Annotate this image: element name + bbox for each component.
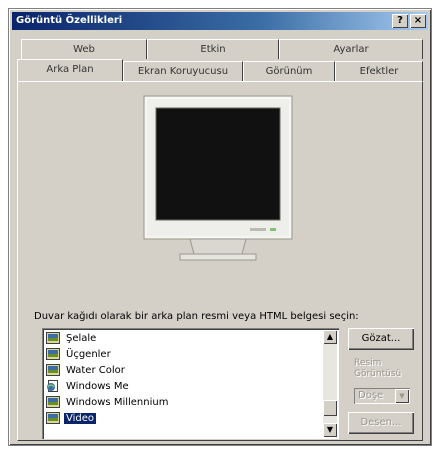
list-item-label: Windows Me [66,380,129,392]
browse-button[interactable]: Gözat... [348,328,414,350]
html-document-icon [47,380,58,392]
tab-ayarlar[interactable]: Ayarlar [279,39,423,59]
list-item-label: Windows Millennium [66,396,169,408]
tab-panel-arka-plan: Duvar kağıdı olarak bir arka plan resmi … [17,81,423,441]
image-file-icon [46,412,60,424]
tab-arka-plan[interactable]: Arka Plan [17,59,123,81]
image-file-icon [46,348,60,360]
list-item-label: Üçgenler [66,348,111,360]
list-item-label: Video [64,412,97,424]
list-item-label: Şelale [66,332,97,344]
image-file-icon [46,364,60,376]
image-file-icon [46,332,60,344]
image-file-icon [46,396,60,408]
chevron-down-icon[interactable]: ▼ [395,389,409,403]
tab-efektler[interactable]: Efektler [335,61,423,81]
display-label: Resim Görüntüsü [354,358,401,380]
display-label-line2: Görüntüsü [354,369,402,379]
monitor-preview [143,95,293,261]
list-scrollbar[interactable]: ▲ ▼ [323,330,337,437]
close-button[interactable]: × [410,14,426,28]
title-bar[interactable]: Görüntü Özellikleri ? × [12,12,428,30]
monitor-screen [155,107,281,221]
help-button[interactable]: ? [392,14,408,28]
list-item[interactable]: Windows Me [46,379,131,393]
display-properties-window: Görüntü Özellikleri ? × Web Etkin Ayarla… [8,8,432,446]
wallpaper-prompt: Duvar kağıdı olarak bir arka plan resmi … [34,311,359,322]
scroll-thumb[interactable] [323,400,337,416]
list-item[interactable]: Water Color [46,363,127,377]
tab-gorunum[interactable]: Görünüm [243,61,335,81]
tab-ekran-koruyucusu[interactable]: Ekran Koruyucusu [123,61,243,81]
list-item[interactable]: Windows Millennium [46,395,170,409]
list-item-selected[interactable]: Video [46,411,97,425]
display-label-line1: Resim [354,358,382,368]
window-title: Görüntü Özellikleri [16,15,123,26]
display-mode-value: Döşe [358,390,384,401]
tab-web[interactable]: Web [21,39,147,59]
list-item[interactable]: Şelale [46,331,98,345]
scroll-down-icon[interactable]: ▼ [323,423,337,437]
list-item[interactable]: Üçgenler [46,347,113,361]
wallpaper-list[interactable]: Şelale Üçgenler Water Color Windows Me W… [42,328,339,439]
tab-etkin[interactable]: Etkin [147,39,279,59]
display-mode-select[interactable]: Döşe ▼ [354,388,410,404]
list-item-label: Water Color [66,364,125,376]
scroll-up-icon[interactable]: ▲ [323,330,337,344]
pattern-button[interactable]: Desen... [348,412,414,434]
